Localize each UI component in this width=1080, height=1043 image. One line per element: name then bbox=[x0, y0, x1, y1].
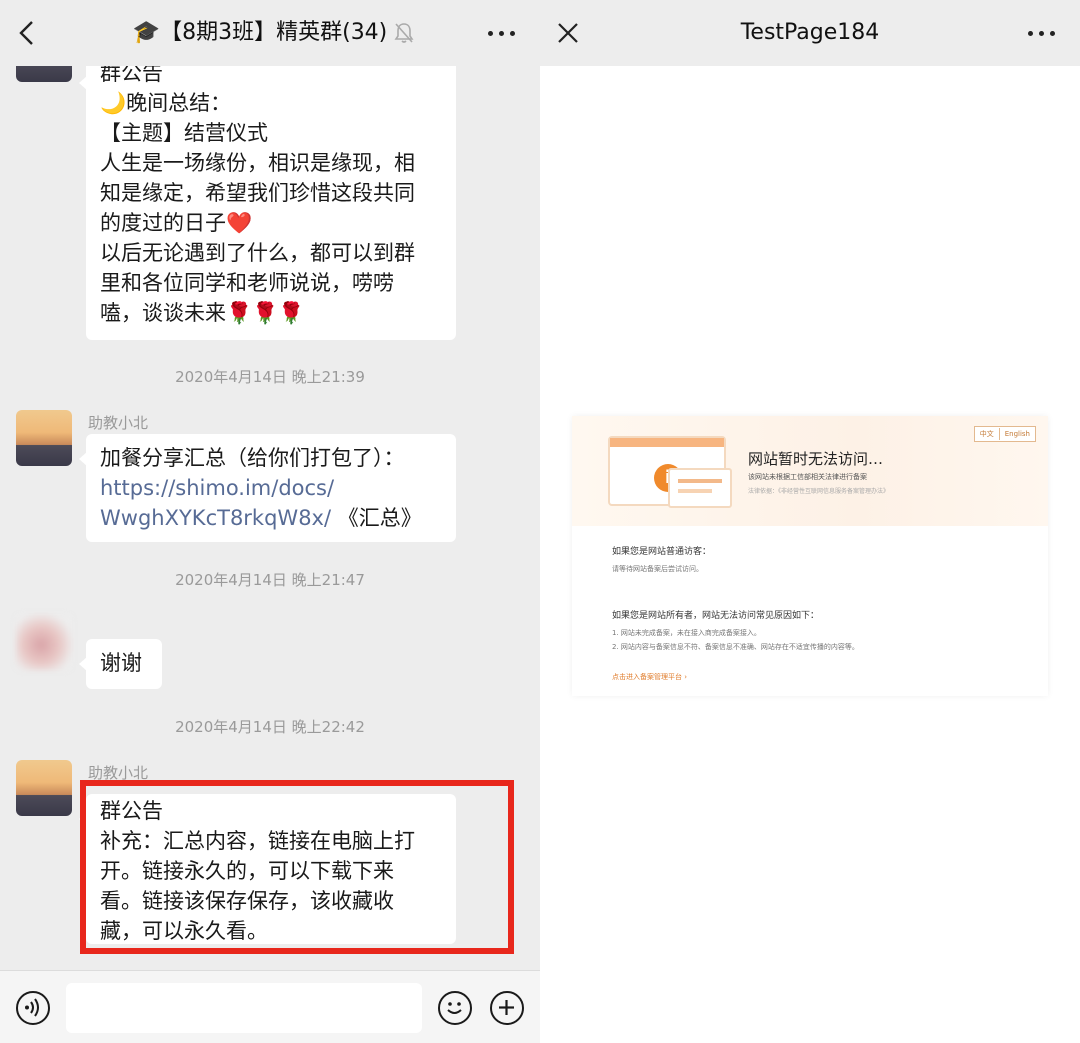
chat-pane: 🎓【8期3班】精英群(34) 群公告 🌙晚间总结： 【主题】结营仪式 人生是一场… bbox=[0, 0, 540, 1043]
reason-item: 1. 网站未完成备案，未在接入商完成备案接入。 bbox=[612, 629, 761, 637]
ellipsis-icon[interactable] bbox=[1028, 20, 1058, 46]
message-text: 《汇总》 bbox=[331, 506, 422, 530]
avatar[interactable] bbox=[16, 410, 72, 466]
message-line: 群公告 bbox=[100, 66, 163, 85]
message-line: 知是缘定，希望我们珍惜这段共同 bbox=[100, 181, 415, 205]
error-illustration bbox=[668, 468, 732, 508]
message-line: 里和各位同学和老师说说，唠唠 bbox=[100, 271, 394, 295]
message-list: 群公告 🌙晚间总结： 【主题】结营仪式 人生是一场缘份，相识是缘现，相 知是缘定… bbox=[0, 66, 540, 970]
voice-icon[interactable] bbox=[16, 991, 50, 1025]
lang-en[interactable]: English bbox=[998, 428, 1035, 440]
ellipsis-icon[interactable] bbox=[488, 20, 518, 46]
chat-title: 🎓【8期3班】精英群(34) bbox=[132, 20, 388, 45]
message-line: 人生是一场缘份，相识是缘现，相 bbox=[100, 151, 415, 175]
webview-header: TestPage184 bbox=[540, 0, 1080, 66]
message-line: 🌙晚间总结： bbox=[100, 91, 232, 115]
message-line: 的度过的日子❤️ bbox=[100, 211, 253, 235]
reason-item: 2. 网站内容与备案信息不符、备案信息不准确、网站存在不适宜传播的内容等。 bbox=[612, 643, 859, 651]
error-title: 网站暂时无法访问… bbox=[748, 450, 884, 468]
filing-link[interactable]: 点击进入备案管理平台 › bbox=[612, 672, 687, 682]
avatar[interactable] bbox=[16, 614, 72, 670]
plus-icon[interactable] bbox=[490, 991, 524, 1025]
message-bubble[interactable]: 加餐分享汇总（给你们打包了）： https://shimo.im/docs/ W… bbox=[79, 434, 456, 542]
timestamp: 2020年4月14日 晚上22:42 bbox=[175, 718, 365, 736]
message-bubble[interactable]: 谢谢 bbox=[79, 639, 162, 689]
visitor-heading: 如果您是网站普通访客： bbox=[612, 547, 712, 557]
message-link[interactable]: WwghXYKcT8rkqW8x/ bbox=[100, 506, 331, 530]
error-subtitle: 该网站未根据工信部相关法律进行备案 bbox=[748, 473, 867, 481]
message-text: 谢谢 bbox=[100, 651, 142, 675]
timestamp: 2020年4月14日 晚上21:39 bbox=[175, 368, 365, 386]
highlight-box bbox=[80, 780, 514, 954]
sender-name: 助教小北 bbox=[88, 414, 149, 432]
chevron-left-icon[interactable] bbox=[18, 20, 36, 46]
message-text: 加餐分享汇总（给你们打包了）： bbox=[100, 446, 405, 470]
message-bubble[interactable]: 群公告 🌙晚间总结： 【主题】结营仪式 人生是一场缘份，相识是缘现，相 知是缘定… bbox=[79, 66, 456, 340]
webview-title: TestPage184 bbox=[740, 20, 880, 45]
avatar[interactable] bbox=[16, 760, 72, 816]
bell-off-icon bbox=[394, 23, 414, 43]
error-page: i 网站暂时无法访问… 该网站未根据工信部相关法律进行备案 法律依据：《非经营性… bbox=[572, 416, 1048, 696]
message-line: 嗑，谈谈未来🌹🌹🌹 bbox=[100, 301, 305, 325]
owner-heading: 如果您是网站所有者，网站无法访问常见原因如下： bbox=[612, 611, 820, 621]
lang-zh[interactable]: 中文 bbox=[975, 427, 999, 441]
timestamp: 2020年4月14日 晚上21:47 bbox=[175, 571, 365, 589]
message-line: 以后无论遇到了什么，都可以到群 bbox=[100, 241, 415, 265]
message-link[interactable]: https://shimo.im/docs/ bbox=[100, 476, 334, 500]
language-switch: 中文 English bbox=[973, 426, 1036, 442]
emoji-icon[interactable] bbox=[438, 991, 472, 1025]
message-line: 【主题】结营仪式 bbox=[100, 121, 268, 145]
avatar[interactable] bbox=[16, 66, 72, 82]
error-header: i 网站暂时无法访问… 该网站未根据工信部相关法律进行备案 法律依据：《非经营性… bbox=[572, 416, 1048, 526]
input-bar bbox=[0, 970, 540, 1043]
visitor-text: 请等待网站备案后尝试访问。 bbox=[612, 565, 703, 573]
chat-header: 🎓【8期3班】精英群(34) bbox=[0, 0, 540, 66]
message-input[interactable] bbox=[66, 983, 422, 1033]
error-note: 法律依据：《非经营性互联网信息服务备案管理办法》 bbox=[748, 488, 890, 495]
